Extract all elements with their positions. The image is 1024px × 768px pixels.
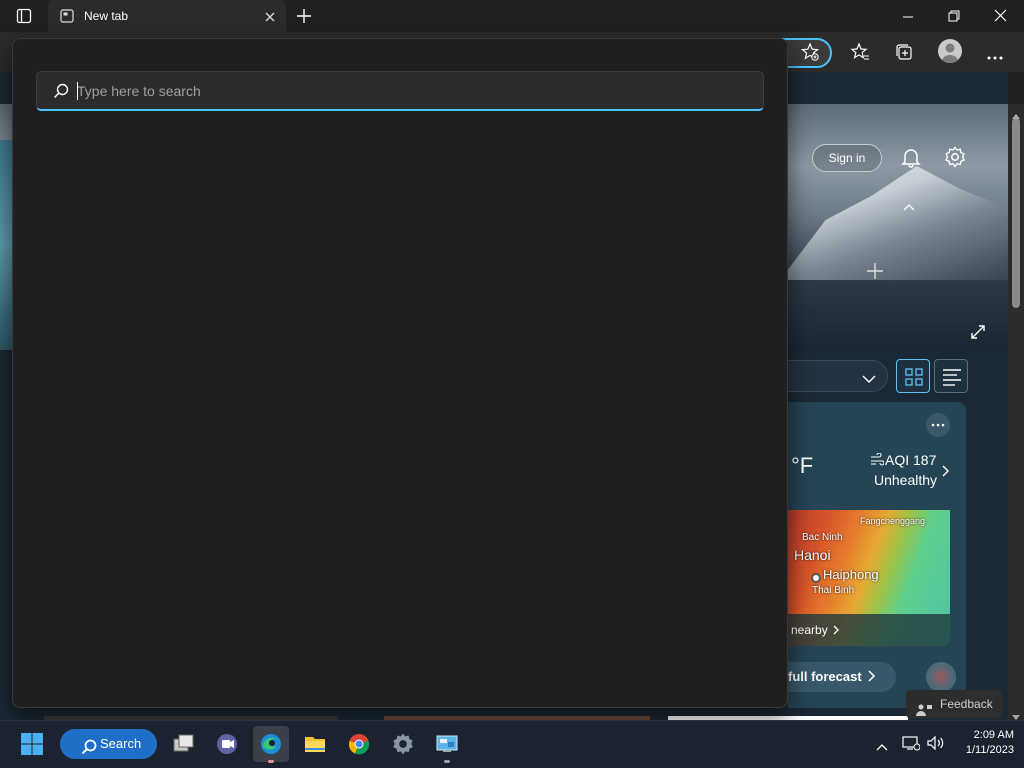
new-tab-button[interactable] — [296, 8, 312, 24]
notifications-bell-icon[interactable] — [900, 146, 922, 173]
volume-icon[interactable] — [927, 735, 945, 755]
new-tab-page-icon — [60, 9, 74, 28]
expand-icon[interactable] — [970, 324, 986, 345]
edge-active-indicator — [268, 760, 274, 763]
clock-time: 2:09 AM — [973, 729, 1014, 741]
nearby-label: nearby — [791, 623, 828, 637]
weather-more-button[interactable] — [926, 413, 950, 437]
scrollbar-thumb[interactable] — [1012, 118, 1020, 308]
clock-date: 1/11/2023 — [965, 744, 1014, 756]
chrome-icon[interactable] — [341, 726, 377, 762]
teams-icon[interactable] — [209, 726, 245, 762]
map-location-marker — [811, 573, 821, 583]
nearby-link[interactable]: nearby — [791, 623, 841, 637]
aqi-value: AQI 187 — [885, 452, 937, 468]
close-icon[interactable] — [994, 9, 1007, 27]
control-panel-icon[interactable] — [429, 726, 465, 762]
show-hidden-icons-chevron-icon[interactable] — [876, 738, 888, 756]
aqi-chevron-right-icon[interactable] — [942, 464, 950, 482]
minimize-icon[interactable] — [902, 10, 914, 28]
map-label-haiphong: Haiphong — [823, 567, 879, 582]
chevron-down-icon — [862, 371, 876, 389]
add-shortcut-icon[interactable] — [866, 262, 884, 285]
search-box[interactable] — [36, 71, 764, 111]
feedback-button[interactable]: Feedback — [906, 690, 1002, 718]
taskbar-search-icon — [81, 736, 97, 766]
map-label-fangchenggang: Fangchenggang — [860, 516, 926, 526]
feed-filter-dropdown[interactable] — [788, 360, 888, 392]
text-cursor — [77, 82, 78, 100]
aqi-status: Unhealthy — [874, 472, 938, 488]
taskbar-search-label: Search — [100, 736, 142, 751]
tab-actions-icon[interactable] — [16, 8, 32, 24]
network-icon[interactable] — [902, 735, 921, 756]
restore-icon[interactable] — [948, 9, 960, 27]
map-label-thai-binh: Thai Binh — [812, 585, 855, 596]
collections-icon[interactable] — [894, 42, 914, 67]
weather-thumbnail[interactable] — [926, 662, 956, 692]
map-label-hanoi: Hanoi — [794, 547, 831, 563]
search-flyout — [12, 38, 788, 708]
browser-tab[interactable]: New tab — [48, 0, 286, 32]
taskbar-clock[interactable]: 2:09 AM 1/11/2023 — [944, 728, 1014, 758]
favorites-icon[interactable] — [850, 42, 870, 67]
control-panel-indicator — [444, 760, 450, 763]
profile-avatar[interactable] — [938, 39, 962, 63]
search-input[interactable] — [77, 80, 737, 102]
favorite-star-icon[interactable] — [800, 42, 820, 67]
left-edge-image — [0, 140, 12, 350]
settings-icon[interactable] — [385, 726, 421, 762]
tab-title: New tab — [84, 9, 129, 23]
temperature-unit: °F — [791, 453, 814, 478]
more-options-icon[interactable] — [986, 48, 1004, 66]
file-explorer-icon[interactable] — [297, 726, 333, 762]
aqi-wind-icon — [870, 452, 885, 472]
taskbar-search-button[interactable]: Search — [60, 729, 157, 759]
close-tab-icon[interactable] — [264, 10, 276, 28]
grid-layout-button[interactable] — [896, 359, 930, 393]
full-forecast-button[interactable]: full forecast — [788, 662, 896, 692]
list-layout-button[interactable] — [934, 359, 968, 393]
scroll-up-icon[interactable] — [1012, 106, 1020, 124]
forecast-chevron-icon — [868, 670, 876, 682]
nearby-chevron-icon — [833, 625, 840, 635]
edge-icon[interactable] — [253, 726, 289, 762]
map-label-bac-ninh: Bac Ninh — [802, 532, 843, 543]
sign-in-button[interactable]: Sign in — [812, 144, 882, 172]
search-icon — [53, 83, 69, 104]
task-view-icon[interactable] — [165, 726, 201, 762]
page-settings-gear-icon[interactable] — [944, 146, 966, 173]
collapse-chevron-icon[interactable] — [903, 198, 915, 216]
feedback-label: Feedback — [940, 697, 993, 711]
start-button[interactable] — [20, 732, 44, 756]
full-forecast-label: full forecast — [788, 669, 862, 684]
